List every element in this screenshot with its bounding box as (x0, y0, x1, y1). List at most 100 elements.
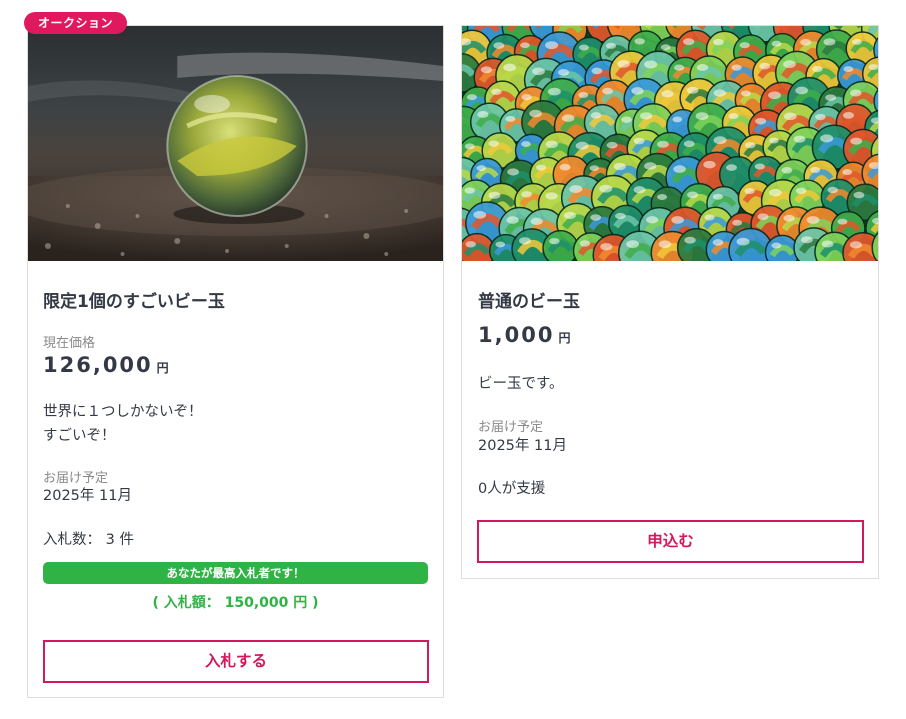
marble-highlight (696, 64, 709, 71)
marble-highlight (621, 116, 632, 123)
marble-highlight (559, 163, 571, 171)
price-value: 1,000 (478, 323, 555, 347)
marble-photo (28, 26, 443, 261)
marble-highlight (535, 164, 547, 171)
marble-highlight (521, 191, 533, 198)
marble-highlight (755, 117, 767, 125)
marble-highlight (783, 60, 796, 68)
marble-highlight (634, 38, 645, 45)
marble-highlight (521, 94, 532, 101)
marble-highlight (672, 116, 683, 123)
marble-highlight (549, 237, 560, 245)
marble-highlight (739, 42, 750, 49)
marble-highlight (850, 137, 863, 145)
marble-highlight (578, 91, 589, 99)
marble-highlight (578, 44, 589, 51)
bid-count: 入札数： 3 件 (43, 532, 134, 548)
marble-highlight (820, 134, 834, 143)
marble-highlight (493, 42, 505, 49)
marble-highlight (823, 38, 836, 46)
marble-highlight (683, 38, 695, 46)
marble-highlight (842, 111, 855, 119)
marble-highlight (545, 140, 558, 149)
delivery-value: 2025年 11月 (478, 438, 567, 454)
marble-highlight (480, 66, 493, 74)
marble-highlight (590, 112, 602, 119)
bid-button[interactable]: 入札する (43, 640, 429, 683)
delivery-label: お届け予定 (478, 420, 544, 435)
marble-highlight (815, 113, 826, 121)
marble-highlight (633, 137, 645, 145)
marble-highlight (800, 236, 813, 244)
price-row: 1,000 円 (478, 323, 570, 347)
marble-highlight (868, 64, 878, 71)
marble-highlight (695, 112, 709, 121)
marble-highlight (741, 90, 751, 97)
marble-highlight (673, 165, 686, 173)
marble-highlight (545, 192, 558, 200)
currency-label: 円 (558, 331, 571, 345)
marble-highlight (599, 184, 613, 193)
marble-highlight (600, 243, 613, 251)
marble-highlight (530, 217, 543, 225)
marble-highlight (644, 60, 658, 69)
marble-highlight (686, 86, 699, 94)
marble-highlight (476, 165, 487, 172)
marble-highlight (684, 236, 696, 244)
my-bid-amount: ( 入札額： 150,000 円 ) (152, 595, 319, 611)
marble-highlight (768, 91, 781, 100)
marble-highlight (783, 112, 797, 121)
marble-highlight (640, 112, 653, 120)
marble-highlight (657, 140, 669, 148)
currency-label: 円 (156, 361, 169, 375)
marble-highlight (605, 42, 617, 49)
marble-highlight (590, 214, 602, 221)
marble-highlight (671, 216, 684, 224)
marble-highlight (853, 191, 865, 199)
marble-highlight (825, 94, 837, 101)
marble-highlight (495, 241, 506, 248)
marble-highlight (712, 239, 724, 246)
marble-highlight (505, 115, 516, 122)
marble-highlight (793, 135, 806, 143)
marble-highlight (661, 90, 674, 98)
marble-highlight (561, 114, 575, 122)
marble-highlight (507, 168, 519, 176)
marble-highlight (850, 89, 862, 97)
marble-highlight (591, 67, 603, 75)
marble-highlight (544, 41, 559, 50)
marble-highlight (713, 136, 727, 145)
marble-highlight (837, 218, 848, 225)
marble-highlight (771, 40, 782, 47)
marble-highlight (849, 241, 863, 249)
marble-highlight (466, 94, 477, 101)
marble-highlight (631, 87, 644, 95)
marble-highlight (532, 67, 545, 76)
marble-highlight (712, 38, 724, 46)
marble-highlight (726, 164, 737, 171)
marble-highlight (579, 240, 591, 247)
marble-highlight (589, 165, 600, 171)
marble-highlight (842, 169, 853, 176)
product-description: 世界に１つしかないぞ！ すごいぞ！ (43, 400, 203, 448)
marble-highlight (558, 68, 570, 76)
marble-highlight (602, 87, 613, 95)
marble-highlight (464, 143, 475, 150)
marble-highlight (736, 237, 750, 246)
marble-highlight (783, 214, 795, 222)
marble-highlight (674, 64, 685, 71)
apply-button[interactable]: 申込む (477, 520, 864, 563)
marble-highlight (521, 141, 531, 147)
marble-highlight (657, 194, 668, 201)
marble-highlight (683, 140, 695, 148)
marble-highlight (703, 160, 716, 169)
product-card-auction: 限定1個のすごいビー玉 現在価格 126,000 円 世界に１つしかないぞ！ すご… (27, 25, 444, 698)
marble-highlight (745, 141, 756, 149)
marble-highlight (800, 38, 812, 46)
marble-highlight (732, 219, 743, 226)
marble-highlight (464, 187, 475, 194)
marble-highlight (728, 113, 739, 120)
marble-highlight (644, 162, 657, 170)
price-value: 126,000 (43, 353, 153, 377)
marble-highlight (547, 87, 561, 96)
